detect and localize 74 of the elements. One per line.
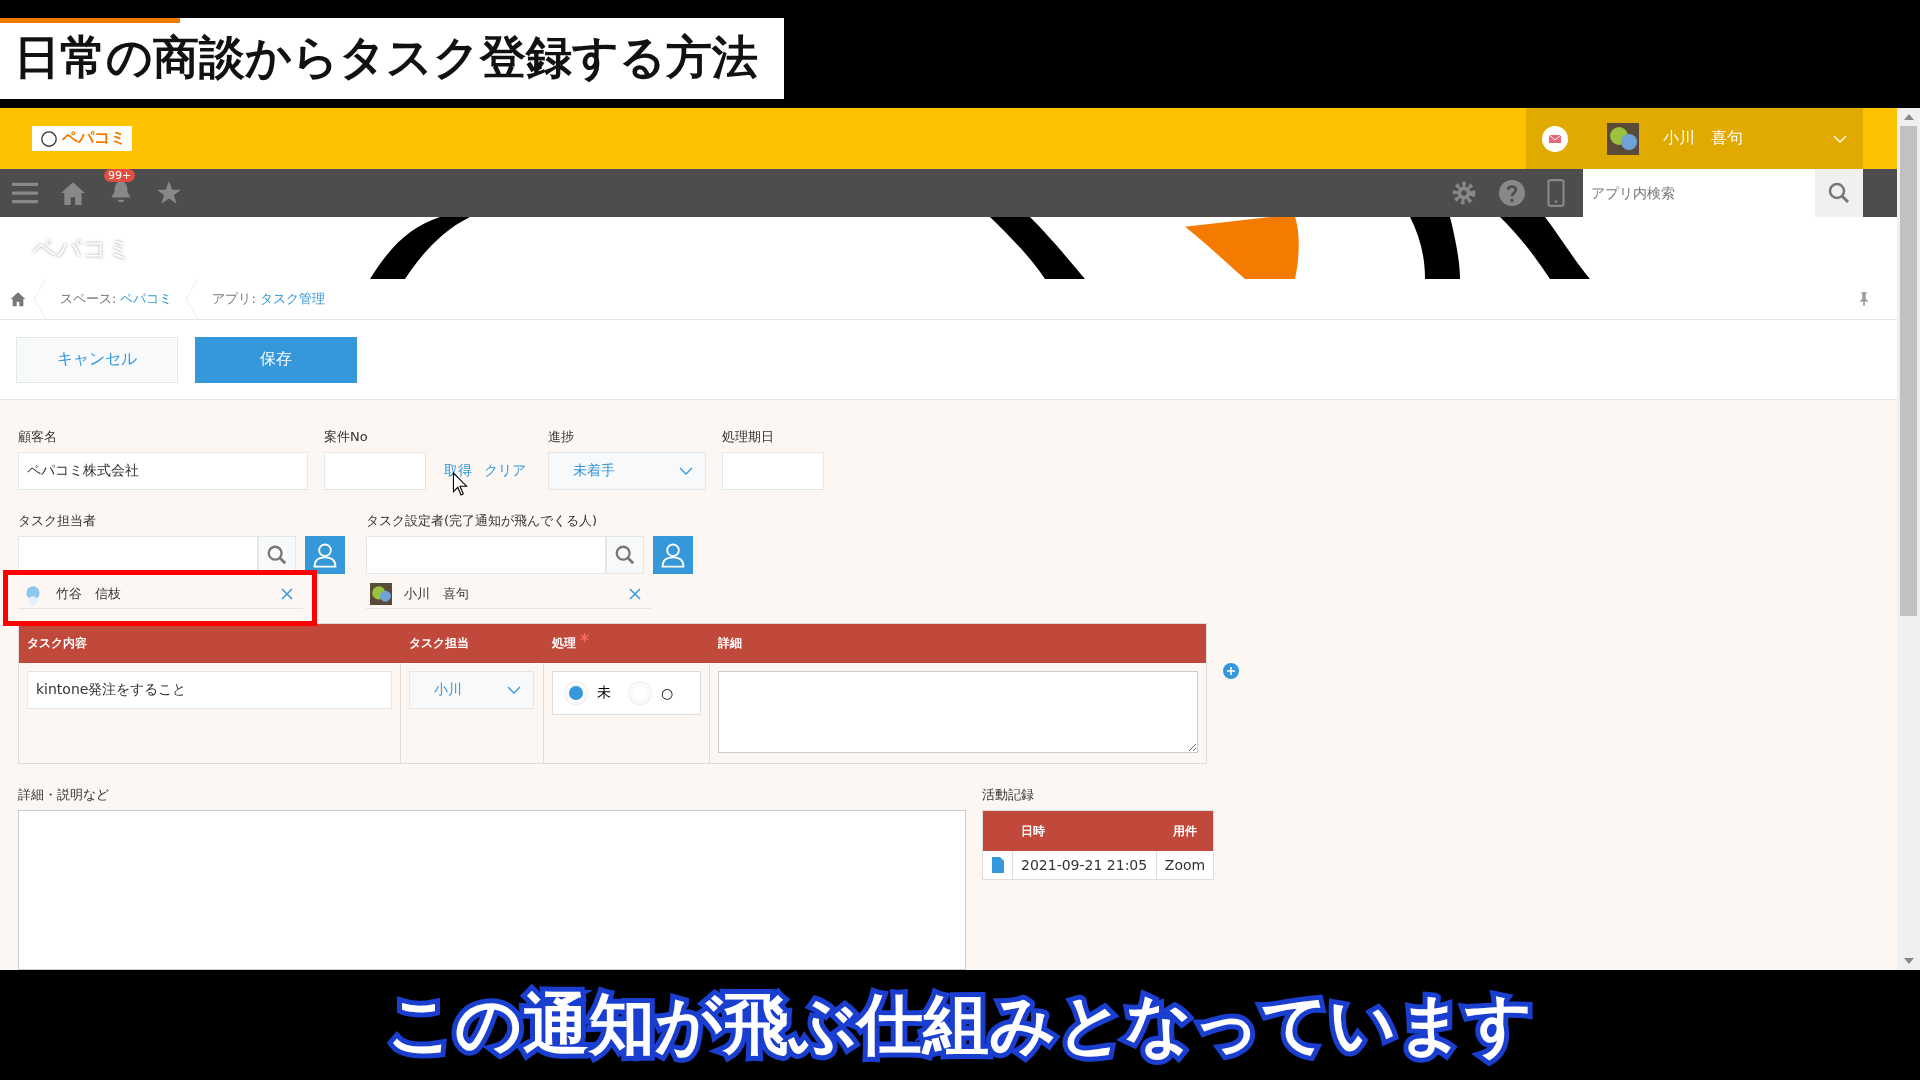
person-icon — [311, 541, 339, 569]
chevron-down-icon — [1833, 134, 1847, 143]
logo[interactable]: ペパコミ — [32, 126, 132, 151]
radio-label: 未 — [597, 684, 611, 702]
scroll-up-icon[interactable] — [1903, 114, 1914, 120]
table-cell-text: Zoom — [1163, 856, 1207, 875]
avatar-icon — [1607, 122, 1639, 155]
save-button[interactable]: 保存 — [195, 336, 357, 383]
field-label: タスク設定者(完了通知が飛んでくる人) — [366, 512, 599, 530]
scrollbar[interactable] — [1897, 108, 1920, 970]
user-search-field[interactable] — [366, 536, 606, 574]
pin-icon[interactable] — [1859, 291, 1869, 308]
user-menu[interactable]: 小川 喜句 — [1583, 108, 1863, 170]
subtitle-caption: この通知が飛ぶ仕組みとなっています — [387, 985, 1533, 1065]
action-link[interactable]: 取得 — [444, 462, 472, 480]
document-icon[interactable] — [991, 857, 1004, 873]
field-label: 活動記録 — [982, 786, 1035, 804]
table-cell: 2021-09-21 21:05 — [1013, 851, 1157, 879]
case-number-field[interactable] — [324, 452, 426, 490]
customer-field[interactable]: ペパコミ株式会社 — [18, 452, 308, 490]
scroll-down-icon[interactable] — [1903, 958, 1914, 964]
mail-icon[interactable] — [1541, 125, 1568, 152]
user-name: 竹谷 信枝 — [56, 585, 122, 603]
search-icon — [614, 544, 636, 566]
search-icon — [1827, 181, 1851, 206]
column-header: 日時 — [1020, 822, 1046, 840]
field-label: 詳細・説明など — [18, 786, 110, 804]
breadcrumb-prefix: アプリ: — [212, 290, 256, 309]
avatar-icon — [370, 583, 392, 605]
search-icon — [266, 544, 288, 566]
user-select-button[interactable] — [305, 536, 345, 574]
chevron-down-icon — [679, 467, 693, 475]
help-icon[interactable] — [1499, 180, 1525, 207]
field-label: 案件No — [324, 428, 369, 446]
task-content-field[interactable]: kintone発注をすること — [27, 671, 392, 709]
remove-icon[interactable] — [629, 588, 641, 600]
notification-badge: 99+ — [104, 169, 136, 183]
search-button[interactable] — [606, 536, 644, 574]
column-header: 詳細 — [718, 635, 742, 652]
field-label: タスク担当者 — [18, 512, 97, 530]
date-field[interactable] — [722, 452, 824, 490]
title-caption: 日常の商談からタスク登録する方法 — [0, 18, 784, 99]
search-button[interactable] — [1815, 169, 1863, 218]
menu-icon[interactable] — [12, 181, 38, 206]
field-label: 顧客名 — [18, 428, 58, 446]
home-icon[interactable] — [60, 180, 86, 207]
settings-icon[interactable] — [1451, 180, 1477, 207]
breadcrumb-link[interactable]: ペパコミ — [120, 290, 173, 309]
mobile-icon[interactable] — [1547, 179, 1565, 208]
chevron-down-icon — [507, 686, 521, 694]
search-field[interactable]: アプリ内検索 — [1583, 169, 1815, 218]
column-header: 処理 — [552, 635, 576, 652]
detail-textarea[interactable] — [718, 671, 1198, 753]
radio-label: ○ — [661, 685, 674, 701]
radio-button[interactable] — [565, 682, 587, 704]
field-label: 進捗 — [548, 428, 575, 446]
user-name: 小川 喜句 — [404, 585, 470, 603]
field-label: 処理期日 — [722, 428, 775, 446]
column-header: 用件 — [1172, 822, 1198, 840]
breadcrumb-link[interactable]: タスク管理 — [259, 290, 325, 309]
logo-icon — [38, 129, 60, 148]
progress-dropdown[interactable]: 未着手 — [548, 452, 706, 490]
action-link[interactable]: クリア — [484, 462, 526, 480]
user-select-button[interactable] — [653, 536, 693, 574]
column-header: タスク担当 — [409, 635, 469, 652]
home-icon[interactable] — [10, 291, 26, 308]
person-icon — [659, 541, 687, 569]
remove-icon[interactable] — [281, 588, 293, 600]
add-row-icon[interactable] — [1223, 663, 1239, 679]
cancel-button[interactable]: キャンセル — [16, 336, 178, 383]
column-header: タスク内容 — [27, 635, 87, 652]
breadcrumb-prefix: スペース: — [60, 290, 117, 309]
user-name: 小川 喜句 — [1663, 128, 1744, 149]
assignee-dropdown[interactable]: 小川 — [409, 671, 534, 709]
